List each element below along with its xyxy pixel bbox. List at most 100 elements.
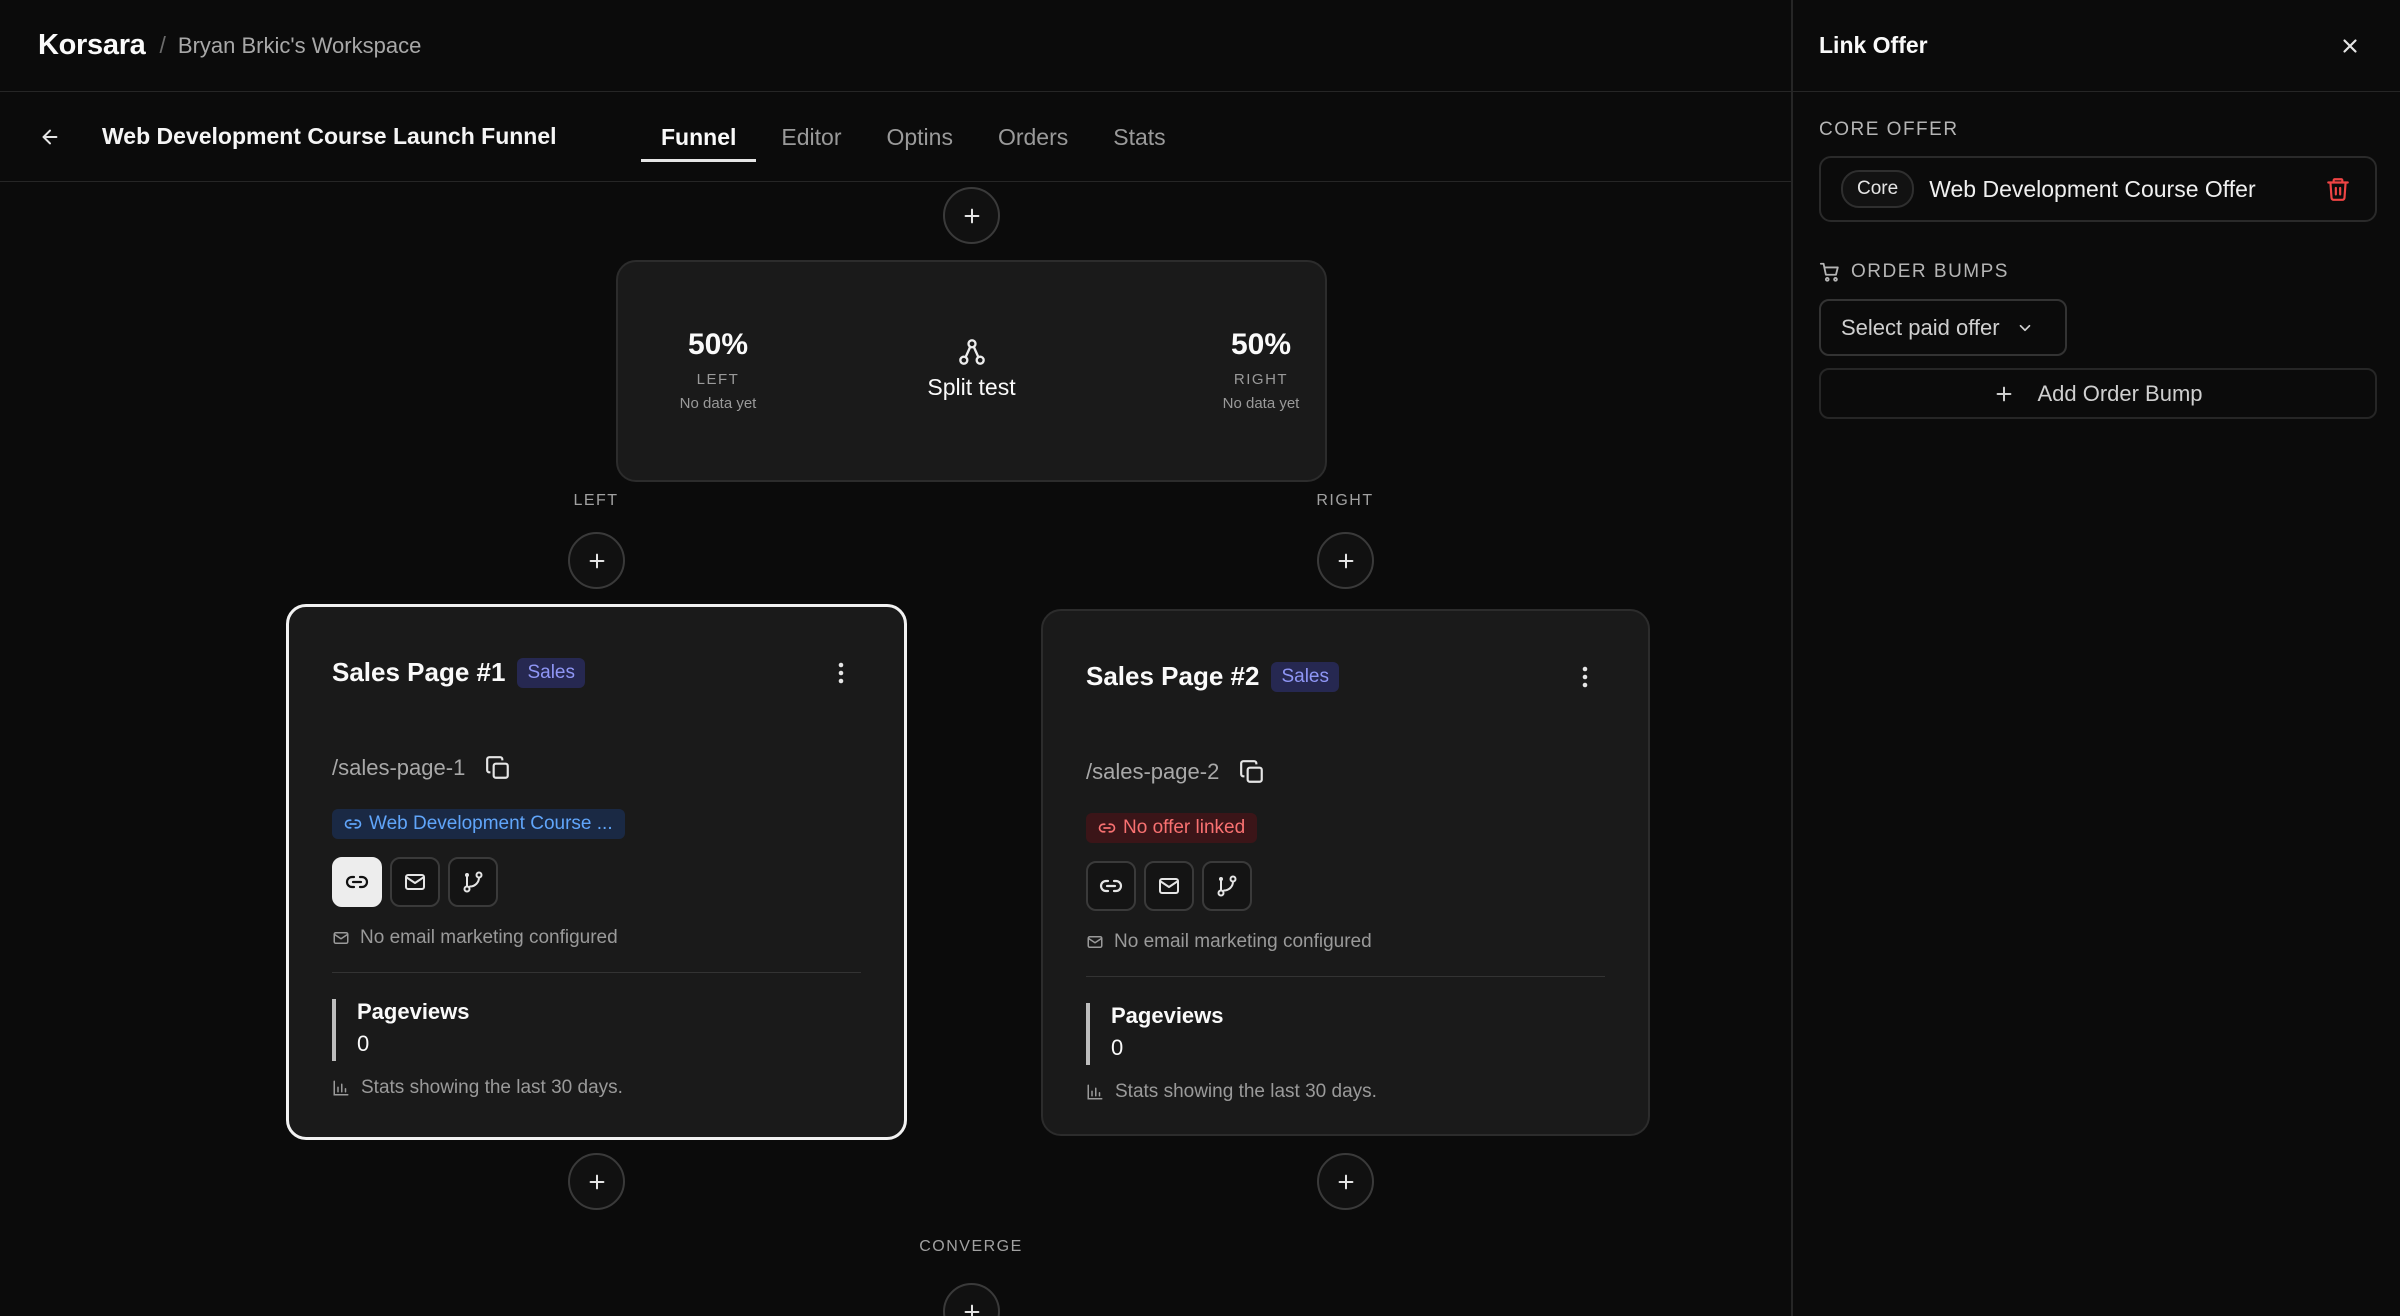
page-menu-button[interactable] bbox=[1575, 663, 1595, 691]
split-test-node[interactable]: 50% LEFT No data yet Split test 50% RIGH… bbox=[616, 260, 1327, 482]
plus-icon bbox=[964, 208, 979, 223]
core-offer-name: Web Development Course Offer bbox=[1929, 175, 2256, 202]
mail-icon bbox=[405, 874, 425, 890]
copy-icon bbox=[486, 756, 510, 779]
metric-value: 0 bbox=[357, 1031, 370, 1056]
back-button[interactable] bbox=[34, 121, 66, 153]
add-order-bump-label: Add Order Bump bbox=[2037, 380, 2203, 406]
brand-logo[interactable]: Korsara bbox=[38, 29, 146, 62]
funnel-app: Korsara / Bryan Brkic's Workspace Web De… bbox=[0, 0, 1791, 1316]
tab-orders[interactable]: Orders bbox=[978, 92, 1088, 182]
email-status-row: No email marketing configured bbox=[1086, 931, 1372, 953]
no-offer-tag[interactable]: No offer linked bbox=[1086, 813, 1258, 843]
plus-icon bbox=[1997, 386, 2012, 401]
copy-slug-button[interactable] bbox=[1239, 759, 1265, 785]
copy-slug-button[interactable] bbox=[485, 755, 511, 781]
page-slug-row: /sales-page-2 bbox=[1086, 759, 1265, 785]
email-status-text: No email marketing configured bbox=[360, 927, 618, 948]
link-offer-button[interactable] bbox=[332, 857, 382, 907]
split-right-percent: 50% bbox=[1230, 328, 1292, 361]
email-status-row: No email marketing configured bbox=[332, 927, 618, 949]
bar-chart-icon bbox=[1087, 1084, 1103, 1100]
page-slug: /sales-page-2 bbox=[1086, 759, 1220, 784]
split-branch-button[interactable] bbox=[1202, 861, 1252, 911]
page-card-title-row: Sales Page #1 Sales bbox=[332, 657, 585, 688]
close-panel-button[interactable] bbox=[2334, 30, 2366, 62]
split-icon bbox=[958, 339, 985, 365]
plus-icon bbox=[964, 1304, 979, 1316]
mail-icon bbox=[333, 932, 349, 944]
linked-offer-tag[interactable]: Web Development Course ... bbox=[332, 809, 625, 839]
add-step-button-below-left[interactable] bbox=[568, 1153, 625, 1210]
link-icon bbox=[345, 875, 369, 889]
pageviews-metric: Pageviews 0 bbox=[1086, 1003, 1224, 1065]
split-right-label: RIGHT bbox=[1233, 371, 1289, 388]
split-right-stats: 50% RIGHT No data yet bbox=[1181, 328, 1341, 412]
order-bumps-section-label: ORDER BUMPS bbox=[1819, 261, 2009, 283]
mail-icon bbox=[1159, 878, 1179, 894]
core-offer-row: Core Web Development Course Offer bbox=[1819, 156, 2377, 222]
kebab-icon bbox=[1582, 666, 1588, 688]
arrow-left-icon bbox=[42, 129, 58, 145]
page-card-sales-1[interactable]: Sales Page #1 Sales /sales-page-1 Web De… bbox=[286, 604, 907, 1140]
converge-label: CONVERGE bbox=[919, 1238, 1023, 1255]
workspace-name[interactable]: Bryan Brkic's Workspace bbox=[178, 33, 421, 59]
top-bar: Korsara / Bryan Brkic's Workspace bbox=[0, 0, 1791, 92]
stats-note: Stats showing the last 30 days. bbox=[1115, 1081, 1377, 1102]
select-paid-offer-dropdown[interactable]: Select paid offer bbox=[1819, 299, 2067, 356]
funnel-header: Web Development Course Launch Funnel Fun… bbox=[0, 92, 1791, 182]
remove-core-offer-button[interactable] bbox=[2325, 176, 2351, 202]
email-status-text: No email marketing configured bbox=[1114, 931, 1372, 952]
core-pill: Core bbox=[1841, 170, 1915, 208]
core-offer-label: CORE OFFER bbox=[1819, 119, 1959, 140]
stats-note: Stats showing the last 30 days. bbox=[361, 1077, 623, 1098]
plus-icon bbox=[1338, 1174, 1353, 1189]
add-order-bump-button[interactable]: Add Order Bump bbox=[1819, 368, 2377, 419]
order-bumps-label: ORDER BUMPS bbox=[1851, 261, 2009, 282]
mail-icon bbox=[1087, 936, 1103, 948]
page-type-badge: Sales bbox=[1271, 661, 1339, 692]
kebab-icon bbox=[838, 662, 844, 684]
page-slug: /sales-page-1 bbox=[332, 755, 466, 780]
add-step-button-below-right[interactable] bbox=[1317, 1153, 1374, 1210]
email-marketing-button[interactable] bbox=[1144, 861, 1194, 911]
page-card-title-row: Sales Page #2 Sales bbox=[1086, 661, 1339, 692]
add-step-button-top[interactable] bbox=[943, 187, 1000, 244]
stats-note-row: Stats showing the last 30 days. bbox=[332, 1077, 623, 1099]
email-marketing-button[interactable] bbox=[390, 857, 440, 907]
add-step-button-converge[interactable] bbox=[943, 1283, 1000, 1316]
tab-editor[interactable]: Editor bbox=[761, 92, 861, 182]
linked-offer-name: Web Development Course ... bbox=[369, 813, 613, 834]
chevron-down-icon bbox=[2019, 324, 2030, 331]
funnel-tabs: Funnel Editor Optins Orders Stats bbox=[641, 92, 1191, 182]
page-menu-button[interactable] bbox=[831, 659, 851, 687]
branch-icon bbox=[1217, 875, 1237, 897]
cart-icon bbox=[1819, 262, 1839, 282]
tab-stats[interactable]: Stats bbox=[1093, 92, 1185, 182]
link-icon bbox=[1098, 823, 1116, 833]
bar-chart-icon bbox=[333, 1080, 349, 1096]
split-right-note: No data yet bbox=[1222, 395, 1300, 412]
card-divider bbox=[332, 972, 861, 973]
link-offer-button[interactable] bbox=[1086, 861, 1136, 911]
plus-icon bbox=[589, 553, 604, 568]
page-card-sales-2[interactable]: Sales Page #2 Sales /sales-page-2 No off… bbox=[1041, 609, 1650, 1136]
core-offer-section-label: CORE OFFER bbox=[1819, 119, 1959, 141]
plus-icon bbox=[1338, 553, 1353, 568]
metric-label: Pageviews bbox=[1111, 1003, 1224, 1028]
close-icon bbox=[2343, 39, 2357, 53]
tab-funnel[interactable]: Funnel bbox=[641, 92, 757, 182]
breadcrumb-separator: / bbox=[159, 32, 166, 58]
stats-note-row: Stats showing the last 30 days. bbox=[1086, 1081, 1377, 1103]
panel-title: Link Offer bbox=[1819, 32, 1928, 58]
tab-optins[interactable]: Optins bbox=[866, 92, 972, 182]
page-name: Sales Page #2 bbox=[1086, 661, 1260, 691]
copy-icon bbox=[1240, 760, 1264, 783]
select-paid-offer-value: Select paid offer bbox=[1841, 314, 2000, 340]
split-branch-button[interactable] bbox=[448, 857, 498, 907]
no-offer-text: No offer linked bbox=[1123, 817, 1246, 838]
funnel-canvas[interactable]: 50% LEFT No data yet Split test 50% RIGH… bbox=[0, 182, 1791, 1316]
panel-header: Link Offer bbox=[1793, 0, 2400, 92]
add-step-button-right[interactable] bbox=[1317, 532, 1374, 589]
add-step-button-left[interactable] bbox=[568, 532, 625, 589]
